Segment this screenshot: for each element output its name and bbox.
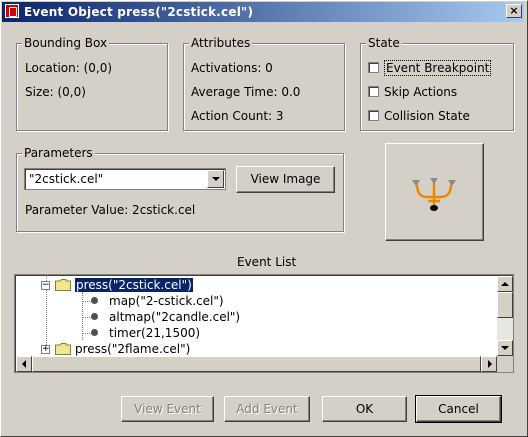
scroll-right-icon[interactable] — [481, 356, 497, 372]
collapse-icon[interactable]: − — [41, 281, 50, 290]
scroll-left-icon[interactable] — [16, 356, 32, 372]
expand-icon[interactable]: + — [41, 345, 50, 354]
scroll-corner — [497, 356, 513, 372]
scroll-down-icon[interactable] — [497, 340, 513, 356]
close-button[interactable]: × — [506, 4, 522, 18]
size-label: Size: (0,0) — [25, 85, 86, 99]
skip-actions-checkbox[interactable] — [368, 86, 379, 97]
add-event-button[interactable]: Add Event — [224, 396, 310, 422]
tree-node-timer[interactable]: timer(21,1500) — [109, 326, 200, 340]
window-title: Event Object press("2cstick.cel") — [24, 5, 254, 19]
action-count-label: Action Count: 3 — [191, 109, 284, 123]
collision-state-checkbox[interactable] — [368, 110, 379, 121]
vertical-scrollbar[interactable] — [497, 276, 513, 356]
app-icon — [5, 4, 19, 18]
candlestick-icon — [412, 178, 456, 211]
bullet-icon — [91, 313, 98, 320]
tree-node-press-2cstick[interactable]: press("2cstick.cel") — [75, 278, 193, 292]
attributes-title: Attributes — [189, 36, 253, 50]
scroll-up-icon[interactable] — [497, 276, 513, 292]
event-list-tree[interactable]: − press("2cstick.cel") map("2-cstick.cel… — [14, 274, 514, 373]
title-bar[interactable]: Event Object press("2cstick.cel") × — [2, 2, 524, 22]
horizontal-scroll-thumb[interactable] — [32, 356, 481, 372]
bounding-box-title: Bounding Box — [22, 36, 110, 50]
folder-icon — [55, 279, 71, 291]
parameter-value-label: Parameter Value: 2cstick.cel — [25, 203, 196, 217]
cancel-button[interactable]: Cancel — [415, 395, 502, 423]
tree-node-map[interactable]: map("2-cstick.cel") — [109, 294, 224, 308]
bullet-icon — [91, 329, 98, 336]
event-breakpoint-checkbox[interactable] — [368, 62, 379, 73]
vertical-scroll-thumb[interactable] — [497, 292, 513, 318]
collision-state-label[interactable]: Collision State — [384, 109, 470, 123]
tree-node-altmap[interactable]: altmap("2candle.cel") — [109, 310, 240, 324]
average-time-label: Average Time: 0.0 — [191, 85, 301, 99]
view-image-button[interactable]: View Image — [236, 166, 335, 193]
parameters-title: Parameters — [22, 146, 95, 160]
image-preview — [385, 143, 484, 241]
ok-button[interactable]: OK — [322, 396, 407, 422]
activations-label: Activations: 0 — [191, 61, 273, 75]
bullet-icon — [91, 297, 98, 304]
state-title: State — [366, 36, 402, 50]
folder-icon — [55, 343, 71, 355]
skip-actions-label[interactable]: Skip Actions — [384, 85, 457, 99]
chevron-down-icon[interactable] — [207, 170, 224, 188]
parameter-combo-value: "2cstick.cel" — [29, 172, 104, 186]
event-breakpoint-label[interactable]: Event Breakpoint — [384, 60, 492, 76]
location-label: Location: (0,0) — [25, 61, 113, 75]
parameter-combo[interactable]: "2cstick.cel" — [24, 168, 226, 190]
view-event-button[interactable]: View Event — [121, 396, 214, 422]
tree-node-press-2flame[interactable]: press("2flame.cel") — [75, 342, 190, 356]
horizontal-scrollbar[interactable] — [16, 356, 497, 372]
event-list-title: Event List — [237, 255, 297, 269]
